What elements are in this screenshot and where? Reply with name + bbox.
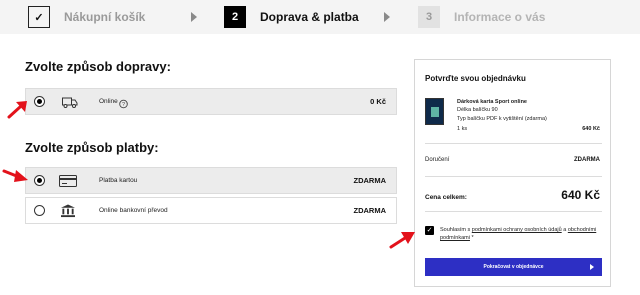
shipping-title: Zvolte způsob dopravy: [25, 59, 171, 74]
product-length: Délka balíčku 90 [457, 107, 498, 113]
total-value: 640 Kč [561, 188, 600, 202]
help-icon[interactable]: ? [119, 97, 128, 111]
annotation-arrow-icon [389, 232, 415, 249]
product-name: Dárková karta Sport online [457, 99, 527, 105]
shipping-option-label: Online [99, 98, 118, 105]
consent-required-mark: * [471, 235, 474, 241]
summary-divider [425, 211, 602, 212]
product-thumbnail [425, 98, 444, 125]
step-shipping-number: 2 [224, 6, 246, 28]
payment-radio-card[interactable] [34, 175, 45, 186]
checkout-stepper: ✓ Nákupní košík 2 Doprava & platba 3 Inf… [0, 0, 640, 34]
consent-middle: a [563, 227, 567, 233]
product-price: 640 Kč [582, 126, 600, 132]
step-info-number: 3 [418, 6, 440, 28]
step-cart-label: Nákupní košík [64, 10, 146, 24]
continue-order-button[interactable]: Pokračovat v objednávce [425, 258, 602, 276]
step-cart-check: ✓ [28, 6, 50, 28]
total-label: Cena celkem: [425, 194, 467, 201]
payment-option-price: ZDARMA [353, 176, 387, 185]
payment-option-label: Online bankovní převod [99, 207, 168, 214]
annotation-arrow-icon [2, 169, 28, 182]
consent-prefix: Souhlasím s [440, 227, 471, 233]
step-shipping-label: Doprava & platba [260, 10, 359, 24]
chevron-right-icon [384, 12, 390, 22]
card-icon [59, 175, 77, 187]
payment-option-label: Platba kartou [99, 177, 138, 184]
continue-order-label: Pokračovat v objednávce [483, 264, 544, 270]
step-info-label: Informace o vás [454, 10, 546, 24]
delivery-value: ZDARMA [574, 157, 600, 163]
payment-option-bank[interactable]: Online bankovní převod ZDARMA [25, 197, 397, 224]
consent-checkbox[interactable]: ✓ [425, 226, 434, 235]
payment-radio-bank[interactable] [34, 205, 45, 216]
order-summary: Potvrďte svou objednávku Dárková karta S… [414, 59, 611, 287]
summary-divider [425, 143, 602, 144]
delivery-label: Doručení [425, 157, 450, 163]
product-qty: 1 ks [457, 126, 468, 132]
truck-icon [62, 97, 78, 108]
shipping-option-online[interactable]: Online ? 0 Kč [25, 88, 397, 115]
consent-text: Souhlasím s podmínkami ochrany osobních … [440, 226, 605, 242]
summary-title: Potvrďte svou objednávku [425, 74, 526, 83]
bank-icon [61, 204, 75, 218]
payment-title: Zvolte způsob platby: [25, 140, 159, 155]
step-customer-info: 3 Informace o vás [418, 5, 545, 29]
step-cart[interactable]: ✓ Nákupní košík [28, 5, 145, 29]
summary-divider [425, 176, 602, 177]
payment-option-price: ZDARMA [353, 206, 387, 215]
step-shipping-payment: 2 Doprava & platba [224, 5, 359, 29]
product-type: Typ balíčku PDF k vytištění (zdarma) [457, 116, 547, 122]
chevron-right-icon [191, 12, 197, 22]
chevron-right-icon [590, 264, 594, 270]
payment-option-card[interactable]: Platba kartou ZDARMA [25, 167, 397, 194]
annotation-arrow-icon [7, 101, 27, 119]
privacy-terms-link[interactable]: podmínkami ochrany osobních údajů [472, 227, 562, 233]
shipping-radio-online[interactable] [34, 96, 45, 107]
shipping-option-price: 0 Kč [370, 97, 386, 106]
svg-text:?: ? [122, 102, 125, 108]
